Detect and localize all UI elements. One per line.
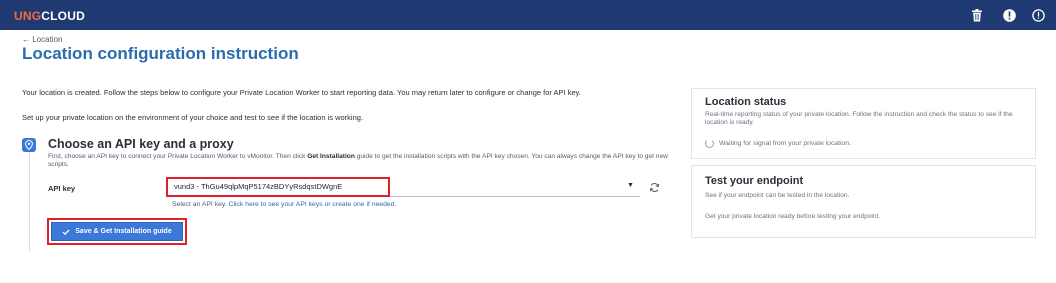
intro-text-2: Set up your private location on the envi…: [22, 113, 364, 122]
waiting-text: Waiting for signal from your private loc…: [719, 140, 851, 147]
location-pin-icon: [22, 138, 36, 152]
step-desc-part1: First, choose an API key to connect your…: [48, 153, 308, 160]
step-connector: [29, 152, 30, 252]
step-description: First, choose an API key to connect your…: [48, 153, 678, 169]
alert-icon[interactable]: [1029, 6, 1047, 24]
page-title: Location configuration instruction: [22, 44, 299, 63]
test-endpoint-text-1: See if your endpoint can be tested in th…: [705, 192, 850, 199]
test-endpoint-text-2: Get your private location ready before t…: [705, 213, 881, 220]
location-status-panel: Location status Real-time reporting stat…: [691, 88, 1036, 159]
top-bar: UNGCLOUD: [0, 0, 1056, 30]
info-icon[interactable]: [1000, 6, 1018, 24]
api-key-helper: Select an API key. Click here to see you…: [172, 201, 396, 208]
step-desc-bold: Get Installation: [307, 153, 355, 160]
breadcrumb[interactable]: ← Location: [22, 35, 62, 44]
api-key-label: API key: [48, 184, 76, 193]
test-endpoint-title: Test your endpoint: [705, 175, 804, 187]
refresh-icon[interactable]: [649, 180, 660, 192]
helper-text: Select an API key.: [172, 201, 229, 208]
save-button-highlight: Save & Get Installation guide: [47, 218, 187, 245]
brand-logo[interactable]: UNGCLOUD: [14, 9, 85, 23]
trash-icon[interactable]: [968, 6, 986, 24]
api-key-selected-value[interactable]: vund3 - ThGu49qlpMqP5174zBDYyRsdqstDWgnE: [166, 177, 390, 197]
caret-down-icon[interactable]: ▼: [627, 182, 634, 189]
intro-text-1: Your location is created. Follow the ste…: [22, 88, 581, 97]
location-status-text: Real-time reporting status of your priva…: [705, 111, 1013, 126]
breadcrumb-label: Location: [32, 35, 63, 44]
check-icon: [62, 228, 70, 235]
spinner-icon: [705, 139, 714, 148]
waiting-status: Waiting for signal from your private loc…: [705, 139, 851, 148]
step-title: Choose an API key and a proxy: [48, 137, 234, 151]
api-keys-link[interactable]: Click here to see your API keys or creat…: [229, 201, 397, 208]
brand-prefix: UNG: [14, 9, 42, 23]
test-endpoint-panel: Test your endpoint See if your endpoint …: [691, 165, 1036, 238]
brand-suffix: CLOUD: [41, 9, 85, 23]
back-arrow-icon: ←: [22, 35, 30, 44]
save-and-get-guide-button[interactable]: Save & Get Installation guide: [51, 222, 183, 241]
save-button-label: Save & Get Installation guide: [75, 228, 172, 235]
location-status-title: Location status: [705, 96, 787, 108]
